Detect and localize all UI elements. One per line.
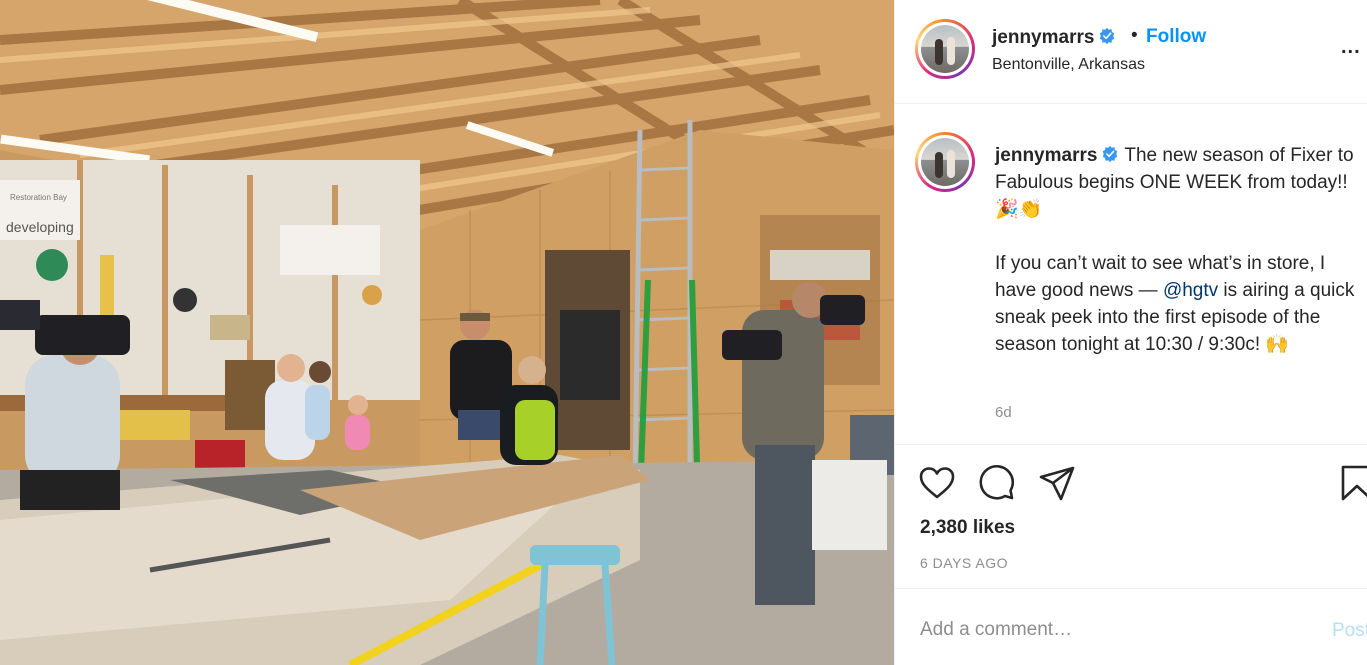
caption-avatar[interactable]	[915, 132, 975, 192]
comment-input[interactable]	[920, 615, 1300, 645]
post-header: jennymarrs • Follow Bentonville, Arkansa…	[895, 0, 1367, 104]
follow-button[interactable]: Follow	[1146, 26, 1206, 48]
post-actions: 2,380 likes 6 DAYS AGO	[895, 444, 1367, 590]
likes-count[interactable]: 2,380 likes	[920, 517, 1015, 539]
comment-icon[interactable]	[977, 463, 1017, 503]
comment-box: Post	[895, 588, 1367, 665]
verified-badge-icon	[1103, 145, 1118, 163]
post-date[interactable]: 6 DAYS AGO	[920, 555, 1008, 571]
post-photo[interactable]: developing Restoration Bay	[0, 0, 894, 665]
more-options-button[interactable]: ...	[1341, 36, 1361, 59]
verified-badge-icon	[1100, 27, 1115, 45]
bookmark-icon[interactable]	[1337, 463, 1367, 503]
post-details-panel: jennymarrs • Follow Bentonville, Arkansa…	[894, 0, 1367, 665]
post-location[interactable]: Bentonville, Arkansas	[992, 56, 1145, 74]
post-comment-button[interactable]: Post	[1332, 620, 1367, 642]
share-icon[interactable]	[1037, 463, 1077, 503]
caption-text: jennymarrs The new season of Fixer to Fa…	[995, 142, 1357, 358]
caption-username[interactable]: jennymarrs	[995, 145, 1097, 166]
post-caption: jennymarrs The new season of Fixer to Fa…	[895, 104, 1367, 444]
caption-body-part-1: The new season of Fixer to Fabulous begi…	[995, 145, 1354, 301]
wall-sign-text: developing	[6, 219, 74, 235]
workshop-scene-image: developing Restoration Bay	[0, 0, 894, 665]
wall-sign-subtext: Restoration Bay	[10, 193, 67, 202]
header-separator: •	[1131, 25, 1138, 46]
avatar[interactable]	[915, 19, 975, 79]
header-username[interactable]: jennymarrs	[992, 27, 1094, 48]
caption-timestamp[interactable]: 6d	[995, 404, 1012, 421]
mention-link[interactable]: @hgtv	[1163, 280, 1218, 301]
heart-icon[interactable]	[917, 463, 957, 503]
